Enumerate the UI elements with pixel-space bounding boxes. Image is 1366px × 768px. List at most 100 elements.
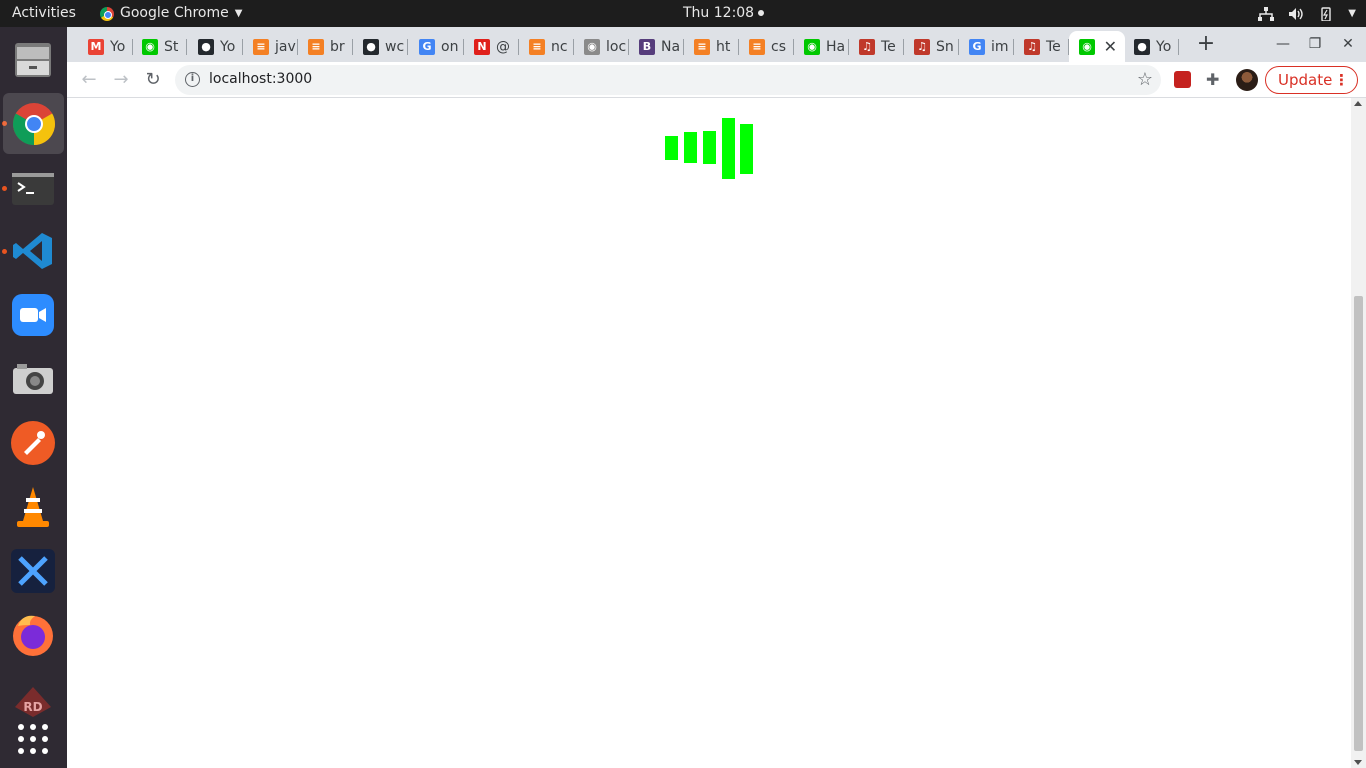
dock-expressvpn[interactable]: [9, 547, 57, 595]
forward-button[interactable]: →: [109, 68, 133, 92]
bookmark-star-icon[interactable]: ☆: [1137, 69, 1153, 90]
tab-label: cs: [771, 38, 786, 55]
dock-zoom[interactable]: [9, 291, 57, 339]
loader-bar: [722, 118, 735, 179]
browser-toolbar: ← → ↻ i localhost:3000 ☆ ✚ Update ⋮: [67, 62, 1366, 98]
address-bar[interactable]: i localhost:3000 ☆: [175, 65, 1161, 95]
tab[interactable]: ● Yo: [1124, 31, 1179, 62]
loader-bar: [740, 124, 753, 174]
tab-label: St: [164, 38, 179, 55]
minimize-button[interactable]: —: [1274, 35, 1292, 53]
music-icon: ♫: [1024, 38, 1040, 55]
music-icon: ♫: [859, 38, 875, 55]
tab-label: Te: [1046, 38, 1061, 55]
extension-icon[interactable]: [1174, 71, 1191, 88]
new-tab-button[interactable]: +: [1194, 33, 1218, 57]
close-tab-icon[interactable]: ✕: [1104, 37, 1117, 56]
tab[interactable]: ◉ St: [132, 31, 187, 62]
system-tray[interactable]: ▼: [1258, 0, 1356, 27]
update-button[interactable]: Update ⋮: [1265, 66, 1358, 94]
google-icon: G: [419, 38, 435, 55]
tab-label: ht: [716, 38, 731, 55]
tab[interactable]: ≡ ht: [684, 31, 739, 62]
network-icon: [1258, 6, 1275, 21]
tab[interactable]: M Yo: [78, 31, 133, 62]
back-button[interactable]: ←: [77, 68, 101, 92]
stackoverflow-icon: ≡: [253, 38, 269, 55]
site-info-icon[interactable]: i: [185, 72, 200, 87]
dock-terminal[interactable]: [9, 165, 57, 213]
chrome-icon: [12, 102, 55, 145]
activities-button[interactable]: Activities: [12, 0, 76, 27]
chevron-down-icon: ▼: [234, 8, 243, 19]
close-window-button[interactable]: ✕: [1339, 35, 1357, 53]
tab-label: Yo: [1156, 38, 1172, 55]
dock-vlc[interactable]: [9, 483, 57, 531]
tab-separator: [1178, 39, 1179, 55]
tab[interactable]: N @: [464, 31, 519, 62]
scroll-down-arrow-icon[interactable]: [1354, 760, 1362, 765]
notification-dot-icon: [758, 10, 765, 16]
dock-files[interactable]: [9, 35, 57, 83]
tab[interactable]: ≡ jav: [243, 31, 298, 62]
profile-avatar[interactable]: [1236, 69, 1258, 91]
app-menu[interactable]: Google Chrome ▼: [100, 0, 242, 27]
vertical-scrollbar[interactable]: [1351, 98, 1366, 768]
tab-strip: M Yo ◉ St ● Yo ≡ jav ≡ br ● wc Gon N @ ≡ nc ◉ loc B Na ≡ ht ≡ cs…: [67, 27, 1366, 62]
scroll-up-arrow-icon[interactable]: [1354, 101, 1362, 106]
tab[interactable]: ♫ Sn: [904, 31, 959, 62]
running-indicator: [2, 249, 7, 254]
postman-icon: [11, 421, 55, 465]
update-label: Update: [1278, 71, 1333, 89]
tab[interactable]: ♫ Te: [849, 31, 904, 62]
dock-postman[interactable]: [9, 419, 57, 467]
tab[interactable]: Gim: [959, 31, 1014, 62]
reload-button[interactable]: ↻: [141, 68, 165, 92]
tab[interactable]: ◉ loc: [574, 31, 629, 62]
tab[interactable]: B Na: [629, 31, 684, 62]
vlc-icon: [17, 487, 49, 527]
terminal-icon: [12, 173, 54, 205]
zoom-icon: [12, 294, 54, 336]
tab-label: im: [991, 38, 1009, 55]
extensions-puzzle-icon[interactable]: ✚: [1206, 70, 1219, 89]
stackoverflow-icon: ≡: [308, 38, 324, 55]
loader-bar: [684, 132, 697, 163]
tab-label: wc: [385, 38, 405, 55]
tab[interactable]: Gon: [409, 31, 464, 62]
tab-label: nc: [551, 38, 568, 55]
green-app-icon: ◉: [804, 38, 820, 55]
tab-label: br: [330, 38, 345, 55]
tab[interactable]: ● wc: [353, 31, 408, 62]
red-app-icon: N: [474, 38, 490, 55]
tab-label: Na: [661, 38, 681, 55]
dock-camera[interactable]: [9, 355, 57, 403]
clock[interactable]: Thu 12:08: [683, 0, 765, 27]
stackoverflow-icon: ≡: [749, 38, 765, 55]
stackoverflow-icon: ≡: [694, 38, 710, 55]
tab-label: on: [441, 38, 459, 55]
dock-vscode[interactable]: [9, 227, 57, 275]
tab[interactable]: ♫ Te: [1014, 31, 1069, 62]
tab-label: Yo: [110, 38, 126, 55]
tab-separator: [186, 39, 187, 55]
tab[interactable]: ● Yo: [188, 31, 243, 62]
tab[interactable]: ≡ cs: [739, 31, 794, 62]
loading-spinner: [664, 118, 756, 180]
tab[interactable]: ≡ br: [298, 31, 353, 62]
tab-label: Ha: [826, 38, 846, 55]
dock-google-chrome[interactable]: [3, 93, 64, 154]
restore-button[interactable]: ❐: [1306, 35, 1324, 53]
scroll-thumb[interactable]: [1354, 296, 1363, 751]
url-text[interactable]: localhost:3000: [209, 71, 312, 87]
camera-icon: [13, 364, 53, 394]
clock-label: Thu 12:08: [683, 5, 755, 21]
show-applications-button[interactable]: [9, 715, 57, 763]
tab[interactable]: ◉ Ha: [794, 31, 849, 62]
tab-active[interactable]: ◉ ✕: [1069, 31, 1125, 62]
google-icon: G: [969, 38, 985, 55]
tab-label: @: [496, 38, 510, 55]
svg-text:RD: RD: [23, 700, 42, 714]
dock-firefox[interactable]: [9, 611, 57, 659]
tab[interactable]: ≡ nc: [519, 31, 574, 62]
